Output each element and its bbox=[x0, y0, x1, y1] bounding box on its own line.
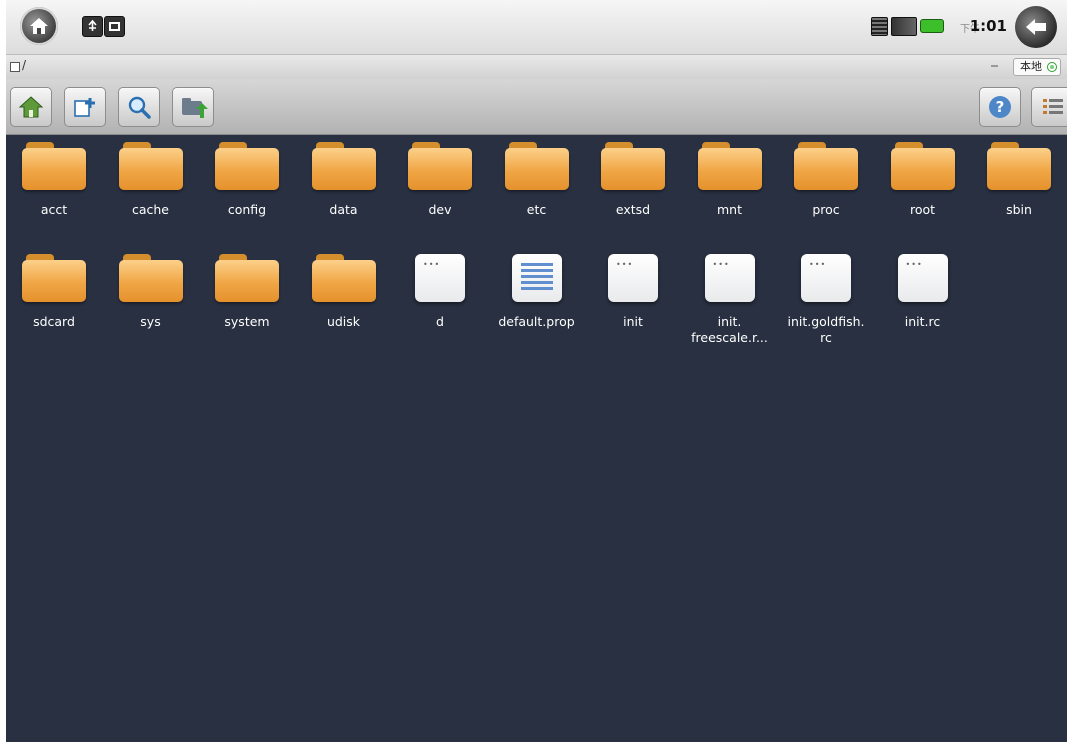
file-item[interactable]: default.prop bbox=[489, 254, 585, 330]
clock-time: 1:01 bbox=[969, 17, 1007, 35]
folder-icon bbox=[890, 142, 955, 190]
sd-card-icon bbox=[871, 17, 888, 36]
new-folder-icon bbox=[74, 98, 95, 117]
file-name-label: dev bbox=[428, 202, 452, 217]
file-name-label: data bbox=[329, 202, 358, 217]
folder-icon bbox=[697, 142, 762, 190]
folder-icon bbox=[215, 142, 279, 190]
location-select[interactable]: 本地 bbox=[1013, 58, 1061, 76]
file-item[interactable]: dev bbox=[392, 142, 488, 218]
file-name-label: config bbox=[227, 202, 267, 217]
file-name-label: proc bbox=[812, 202, 840, 217]
file-name-label: init.rc bbox=[904, 314, 941, 329]
help-icon: ? bbox=[989, 96, 1011, 118]
file-item[interactable]: proc bbox=[778, 142, 874, 218]
file-item[interactable]: sbin bbox=[971, 142, 1067, 218]
file-name-label: extsd bbox=[615, 202, 651, 217]
battery-icon bbox=[920, 19, 944, 33]
folder-icon bbox=[118, 142, 183, 190]
signal-icon bbox=[891, 17, 917, 36]
file-item[interactable]: system bbox=[199, 254, 295, 330]
file-name-label: init. freescale.r... bbox=[691, 314, 768, 345]
file-name-label: etc bbox=[526, 202, 547, 217]
file-name-label: sys bbox=[140, 314, 161, 329]
file-name-label: sdcard bbox=[33, 314, 75, 329]
file-name-label: d bbox=[436, 314, 444, 329]
folder-icon bbox=[22, 142, 86, 190]
file-name-label: cache bbox=[131, 202, 170, 217]
file-name-label: sbin bbox=[1006, 202, 1032, 217]
file-item[interactable]: sdcard bbox=[6, 254, 102, 330]
folder-icon bbox=[601, 142, 665, 190]
file-item[interactable]: config bbox=[199, 142, 295, 218]
back-orb-icon[interactable] bbox=[1015, 6, 1057, 48]
home-orb-icon[interactable] bbox=[20, 7, 58, 45]
help-button[interactable]: ? bbox=[979, 87, 1021, 127]
file-name-label: mnt bbox=[717, 202, 742, 217]
file-item[interactable]: udisk bbox=[296, 254, 392, 330]
folder-icon bbox=[987, 142, 1051, 190]
file-name-label: root bbox=[909, 202, 936, 217]
search-icon bbox=[128, 96, 151, 119]
file-item[interactable]: sys bbox=[103, 254, 199, 330]
folder-icon bbox=[215, 254, 279, 302]
file-item[interactable]: ••• init. freescale.r... bbox=[682, 254, 778, 346]
file-manager-screen: 下午 1:01 / 本地 ? acct cache config data de… bbox=[6, 0, 1067, 742]
file-item[interactable]: acct bbox=[6, 142, 102, 218]
folder-up-button[interactable] bbox=[172, 87, 214, 127]
folder-icon bbox=[504, 142, 569, 190]
menu-list-button[interactable] bbox=[1031, 87, 1067, 127]
folder-up-icon bbox=[182, 98, 208, 118]
file-item[interactable]: etc bbox=[489, 142, 585, 218]
folder-icon bbox=[408, 142, 472, 190]
storage-icon bbox=[10, 62, 20, 72]
file-item[interactable]: data bbox=[296, 142, 392, 218]
file-name-label: system bbox=[224, 314, 270, 329]
menu-list-icon bbox=[1043, 99, 1063, 114]
file-item[interactable]: ••• init.goldfish. rc bbox=[778, 254, 874, 346]
toolbar: ? bbox=[6, 79, 1067, 135]
file-item[interactable]: extsd bbox=[585, 142, 681, 218]
file-icon: ••• bbox=[897, 254, 948, 302]
folder-icon bbox=[311, 142, 376, 190]
home-icon bbox=[18, 96, 44, 118]
current-path[interactable]: / bbox=[22, 58, 26, 72]
minimize-icon[interactable] bbox=[991, 65, 998, 67]
file-name-label: udisk bbox=[326, 314, 361, 329]
file-icon: ••• bbox=[801, 254, 851, 302]
file-name-label: init bbox=[623, 314, 643, 329]
usb-notification-icon[interactable] bbox=[82, 16, 103, 37]
file-item[interactable]: ••• d bbox=[392, 254, 488, 330]
file-item[interactable]: ••• init bbox=[585, 254, 681, 330]
folder-icon bbox=[118, 254, 183, 302]
file-icon: ••• bbox=[704, 254, 755, 302]
search-button[interactable] bbox=[118, 87, 160, 127]
file-item[interactable]: mnt bbox=[682, 142, 778, 218]
new-folder-button[interactable] bbox=[64, 87, 106, 127]
folder-icon bbox=[22, 254, 86, 302]
status-bar: 下午 1:01 bbox=[6, 0, 1067, 55]
location-indicator-icon bbox=[1047, 62, 1057, 72]
file-name-label: default.prop bbox=[498, 314, 575, 329]
folder-icon bbox=[311, 254, 376, 302]
screenshot-notification-icon[interactable] bbox=[104, 16, 125, 37]
file-item[interactable]: root bbox=[875, 142, 971, 218]
file-item[interactable]: ••• init.rc bbox=[875, 254, 971, 330]
text-file-icon bbox=[511, 254, 562, 302]
path-bar: / 本地 bbox=[6, 55, 1067, 79]
location-label: 本地 bbox=[1020, 60, 1042, 73]
folder-icon bbox=[794, 142, 858, 190]
file-item[interactable]: cache bbox=[103, 142, 199, 218]
file-icon: ••• bbox=[415, 254, 465, 302]
file-name-label: acct bbox=[40, 202, 68, 217]
home-button[interactable] bbox=[10, 87, 52, 127]
file-name-label: init.goldfish. rc bbox=[787, 314, 865, 345]
file-icon: ••• bbox=[608, 254, 658, 302]
svg-text:?: ? bbox=[996, 98, 1005, 116]
